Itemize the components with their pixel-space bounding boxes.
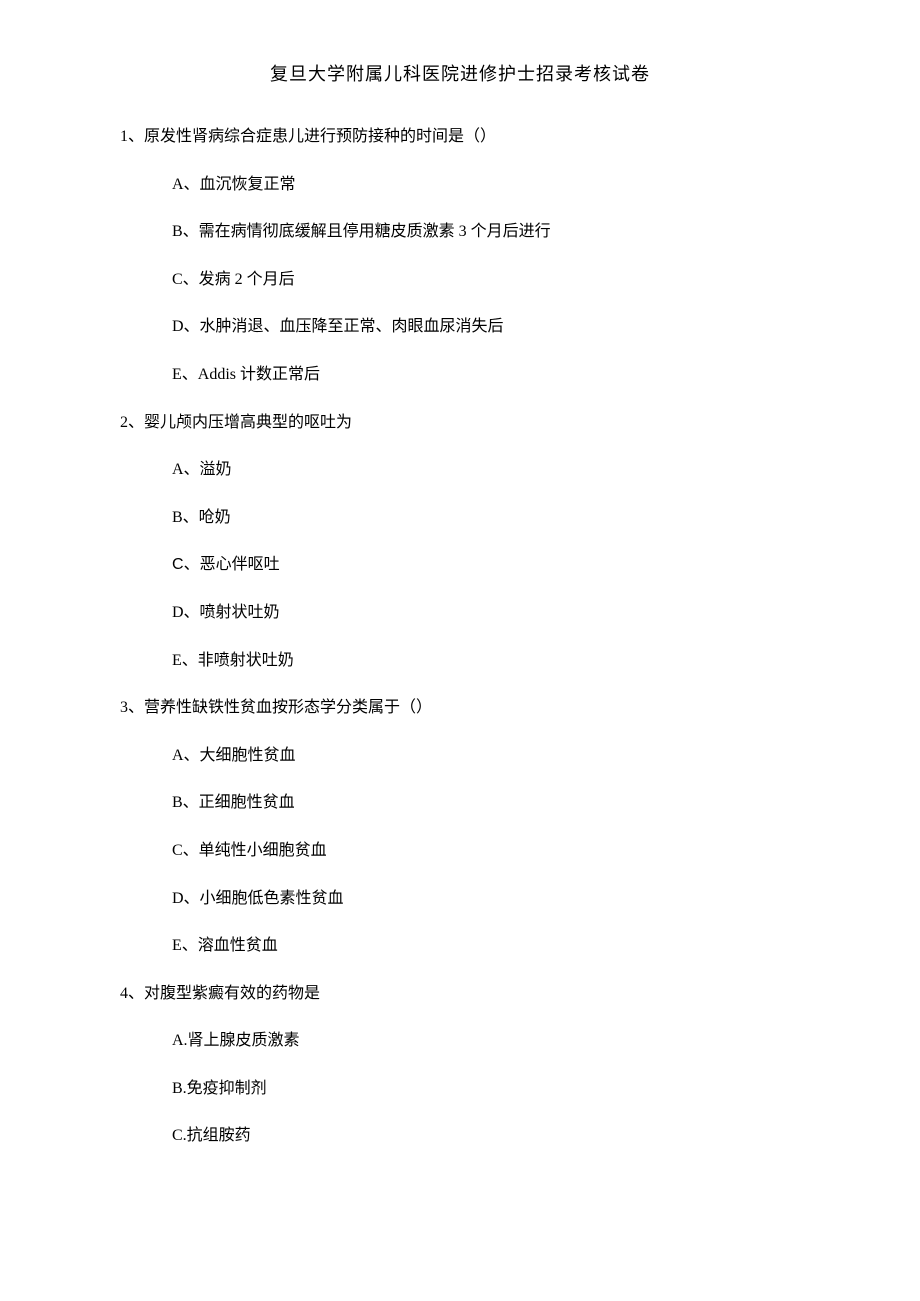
options-list: A、溢奶 B、呛奶 C、恶心伴呕吐 D、喷射状吐奶 E、非喷射状吐奶: [120, 457, 800, 673]
option: D、喷射状吐奶: [172, 600, 800, 626]
question-stem: 3、营养性缺铁性贫血按形态学分类属于（）: [120, 695, 800, 721]
option: B、正细胞性贫血: [172, 790, 800, 816]
option: B.免疫抑制剂: [172, 1076, 800, 1102]
option: B、需在病情彻底缓解且停用糖皮质激素 3 个月后进行: [172, 219, 800, 245]
option: C、单纯性小细胞贫血: [172, 838, 800, 864]
option: A、溢奶: [172, 457, 800, 483]
option: A.肾上腺皮质激素: [172, 1028, 800, 1054]
question: 1、原发性肾病综合症患儿进行预防接种的时间是（） A、血沉恢复正常 B、需在病情彻底…: [120, 124, 800, 388]
option: D、小细胞低色素性贫血: [172, 886, 800, 912]
option-text: 、恶心伴呕吐: [184, 556, 280, 573]
exam-title: 复旦大学附属儿科医院进修护士招录考核试卷: [120, 60, 800, 86]
questions-container: 1、原发性肾病综合症患儿进行预防接种的时间是（） A、血沉恢复正常 B、需在病情彻底…: [120, 124, 800, 1149]
options-list: A、血沉恢复正常 B、需在病情彻底缓解且停用糖皮质激素 3 个月后进行 C、发病 2…: [120, 172, 800, 388]
question-stem: 4、对腹型紫癜有效的药物是: [120, 981, 800, 1007]
question-stem: 1、原发性肾病综合症患儿进行预防接种的时间是（）: [120, 124, 800, 150]
option: C、恶心伴呕吐: [172, 552, 800, 578]
question: 4、对腹型紫癜有效的药物是 A.肾上腺皮质激素 B.免疫抑制剂 C.抗组胺药: [120, 981, 800, 1149]
options-list: A、大细胞性贫血 B、正细胞性贫血 C、单纯性小细胞贫血 D、小细胞低色素性贫血 E、溶…: [120, 743, 800, 959]
option: C、发病 2 个月后: [172, 267, 800, 293]
question: 2、婴儿颅内压增高典型的呕吐为 A、溢奶 B、呛奶 C、恶心伴呕吐 D、喷射状吐奶 E、非…: [120, 410, 800, 674]
option: A、大细胞性贫血: [172, 743, 800, 769]
option: A、血沉恢复正常: [172, 172, 800, 198]
options-list: A.肾上腺皮质激素 B.免疫抑制剂 C.抗组胺药: [120, 1028, 800, 1149]
option-label: C: [172, 556, 184, 573]
option: E、溶血性贫血: [172, 933, 800, 959]
option: E、Addis 计数正常后: [172, 362, 800, 388]
question: 3、营养性缺铁性贫血按形态学分类属于（） A、大细胞性贫血 B、正细胞性贫血 C、单纯…: [120, 695, 800, 959]
option: B、呛奶: [172, 505, 800, 531]
question-stem: 2、婴儿颅内压增高典型的呕吐为: [120, 410, 800, 436]
option: C.抗组胺药: [172, 1123, 800, 1149]
option: E、非喷射状吐奶: [172, 648, 800, 674]
option: D、水肿消退、血压降至正常、肉眼血尿消失后: [172, 314, 800, 340]
